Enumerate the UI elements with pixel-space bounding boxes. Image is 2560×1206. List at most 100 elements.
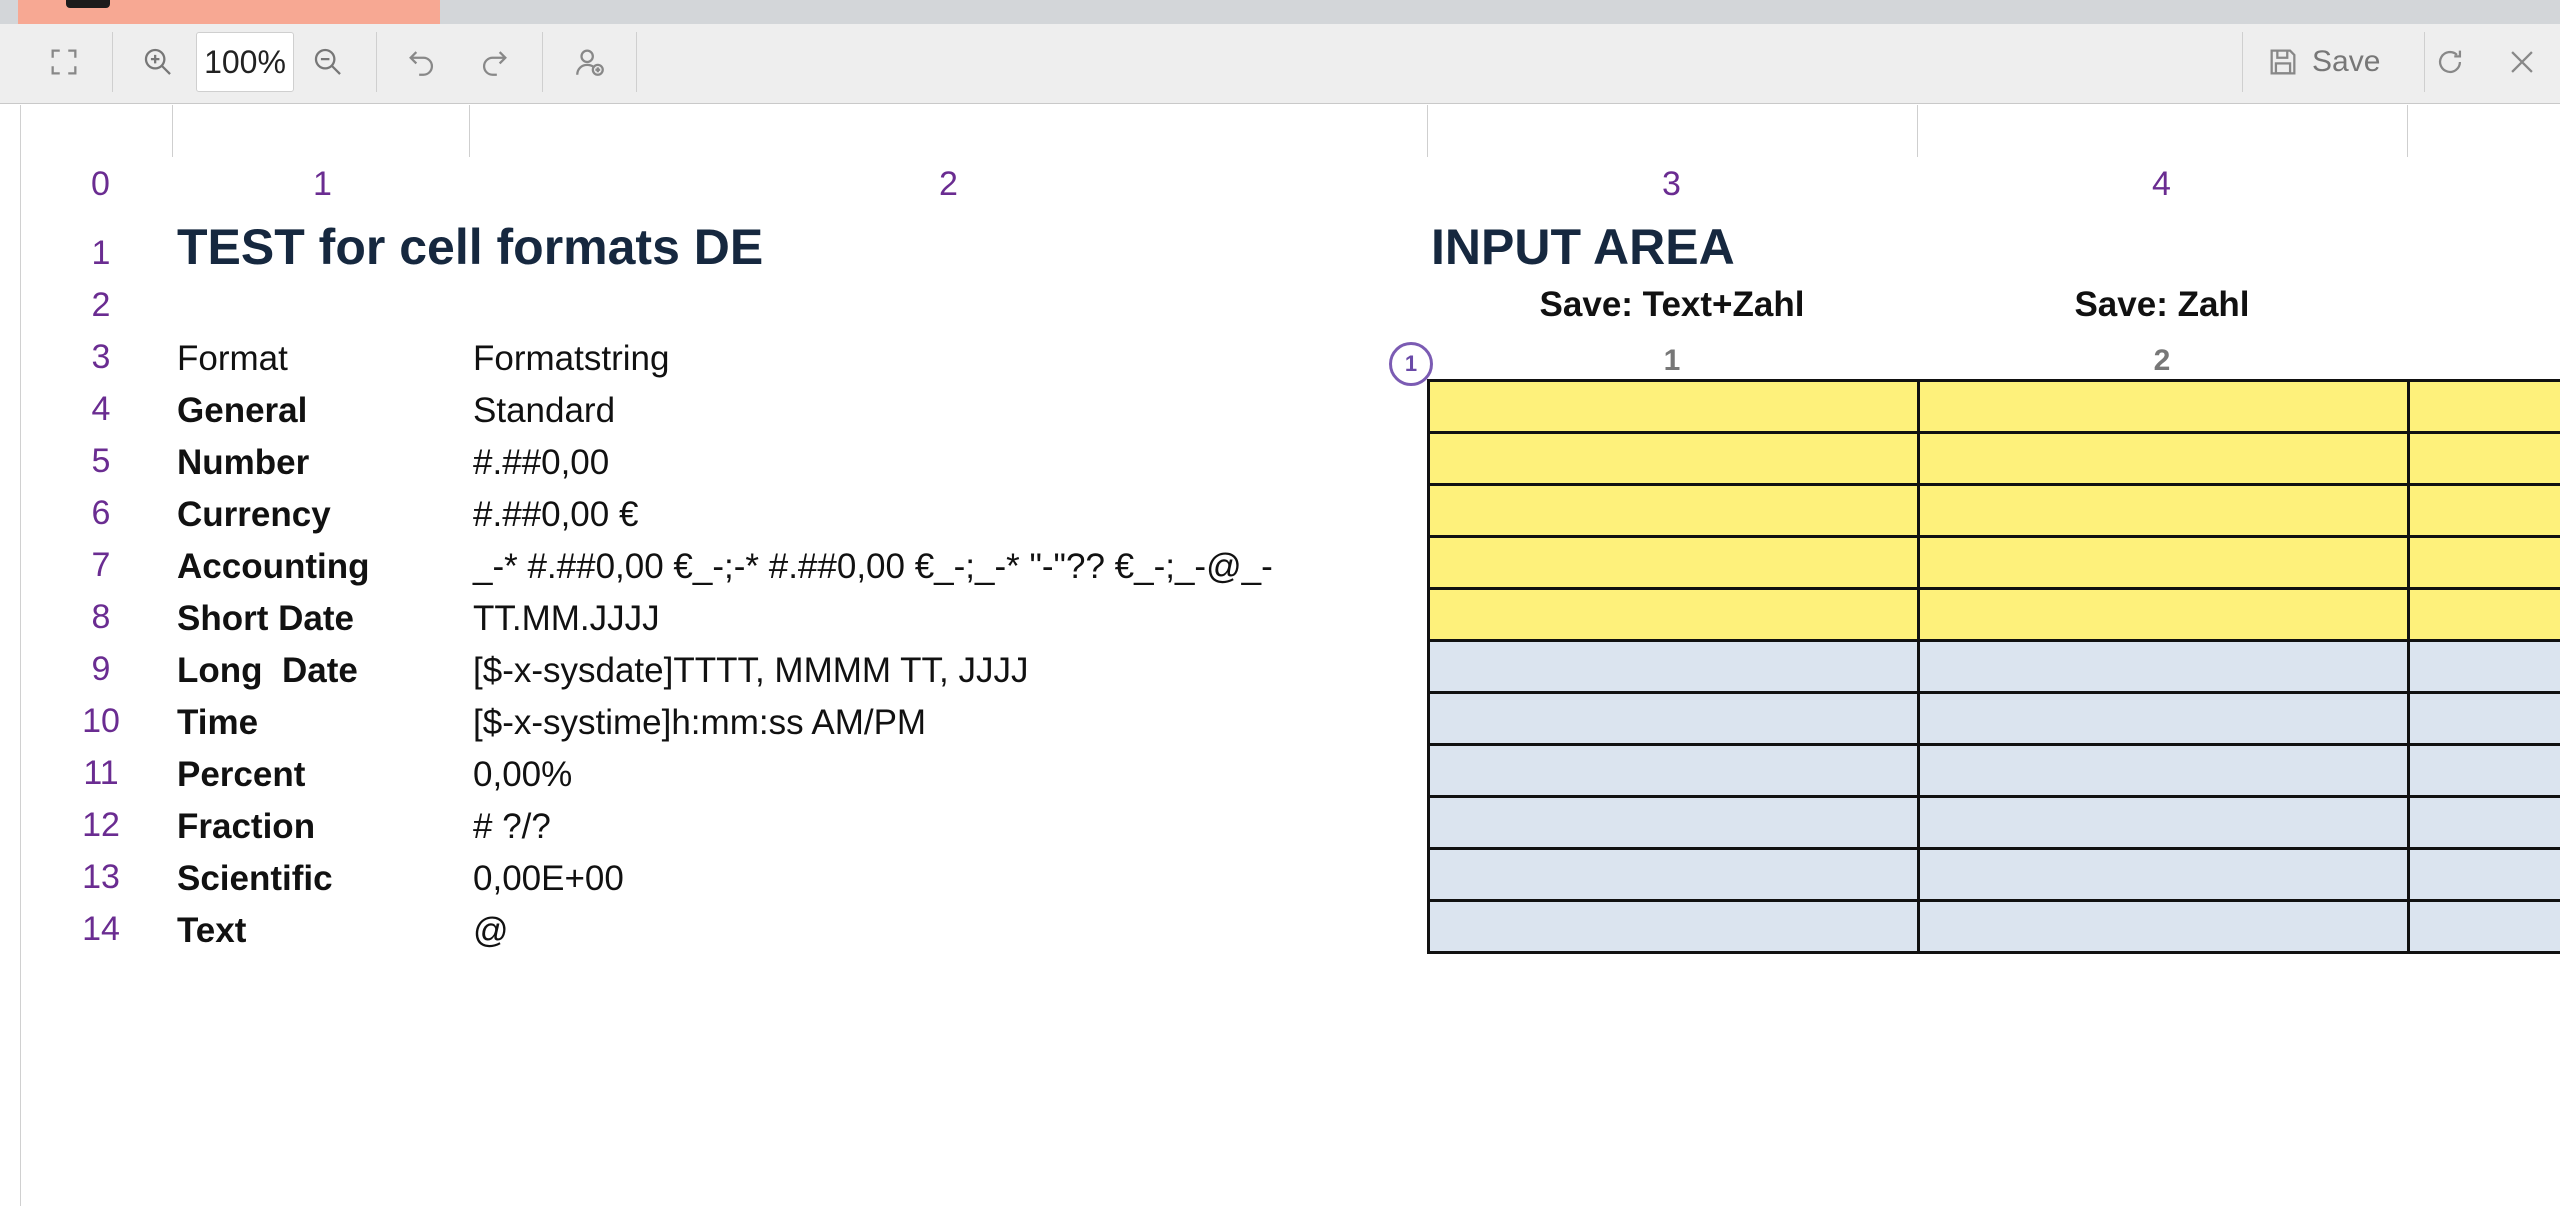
input-cell[interactable] (1917, 379, 2410, 434)
input-cell[interactable] (2407, 795, 2560, 850)
input-cell[interactable] (1917, 639, 2410, 694)
format-name-cell[interactable]: Time (177, 705, 258, 740)
save-button-label: Save (2312, 45, 2381, 78)
row-number[interactable]: 1 (51, 236, 151, 270)
formatstring-cell[interactable]: Standard (473, 393, 615, 428)
row-number[interactable]: 2 (51, 288, 151, 322)
fullscreen-button[interactable] (38, 36, 90, 88)
row-number[interactable]: 3 (51, 340, 151, 374)
formatstring-header[interactable]: Formatstring (473, 341, 669, 376)
column-header[interactable]: 0 (91, 167, 110, 201)
zoom-out-button[interactable] (302, 36, 354, 88)
input-cell[interactable] (1427, 847, 1920, 902)
input-cell[interactable] (2407, 379, 2560, 434)
input-cell[interactable] (1917, 587, 2410, 642)
input-cell[interactable] (1917, 691, 2410, 746)
input-cell[interactable] (1427, 535, 1920, 590)
format-name-cell[interactable]: Text (177, 913, 246, 948)
toolbar-separator (542, 32, 543, 92)
input-cell[interactable] (1917, 431, 2410, 486)
input-cell[interactable] (1427, 795, 1920, 850)
formatstring-cell[interactable]: [$-x-sysdate]TTTT, MMMM TT, JJJJ (473, 653, 1028, 688)
formatstring-cell[interactable]: #.##0,00 (473, 445, 609, 480)
input-cell[interactable] (1427, 899, 1920, 954)
row-number[interactable]: 14 (51, 912, 151, 946)
row-number[interactable]: 4 (51, 392, 151, 426)
input-cell[interactable] (1427, 431, 1920, 486)
column-header[interactable]: 1 (313, 167, 332, 201)
input-cell[interactable] (2407, 483, 2560, 538)
format-name-cell[interactable]: Fraction (177, 809, 315, 844)
input-cell[interactable] (2407, 639, 2560, 694)
input-cell[interactable] (2407, 899, 2560, 954)
zoom-level-field[interactable]: 100% (196, 32, 294, 92)
row-number[interactable]: 9 (51, 652, 151, 686)
input-cell[interactable] (1917, 743, 2410, 798)
input-cell[interactable] (1427, 587, 1920, 642)
formatstring-cell[interactable]: _-* #.##0,00 €_-;-* #.##0,00 €_-;_-* "-"… (473, 549, 1273, 584)
formatstring-cell[interactable]: TT.MM.JJJJ (473, 601, 660, 636)
formatstring-cell[interactable]: @ (473, 913, 509, 948)
refresh-button[interactable] (2424, 36, 2476, 88)
input-cell[interactable] (1917, 899, 2410, 954)
close-button[interactable] (2496, 36, 2548, 88)
row-number[interactable]: 7 (51, 548, 151, 582)
formatstring-cell[interactable]: 0,00E+00 (473, 861, 624, 896)
input-cell[interactable] (1427, 639, 1920, 694)
add-user-button[interactable] (564, 36, 616, 88)
column-header[interactable]: 3 (1662, 167, 1681, 201)
input-cell[interactable] (1427, 379, 1920, 434)
format-name-cell[interactable]: Currency (177, 497, 331, 532)
row-number[interactable]: 12 (51, 808, 151, 842)
input-cell[interactable] (1917, 535, 2410, 590)
row-number[interactable]: 13 (51, 860, 151, 894)
toolbar-separator (636, 32, 637, 92)
column-header[interactable]: 2 (939, 167, 958, 201)
app-root: 100% Save 0 1 2 3 4 1 2 3 4 5 6 7 8 9 10… (0, 0, 2560, 1206)
row-number[interactable]: 11 (51, 756, 151, 790)
close-icon (2511, 51, 2533, 73)
input-cell[interactable] (2407, 431, 2560, 486)
save-icon (2270, 49, 2296, 75)
input-cell[interactable] (2407, 587, 2560, 642)
format-name-cell[interactable]: Number (177, 445, 309, 480)
active-tab[interactable] (18, 0, 440, 24)
input-cell[interactable] (1917, 847, 2410, 902)
column-separator (1427, 105, 1428, 157)
format-name-cell[interactable]: Percent (177, 757, 305, 792)
row-number[interactable]: 10 (51, 704, 151, 738)
input-cell[interactable] (1427, 483, 1920, 538)
column-separator (469, 105, 470, 157)
zoom-in-button[interactable] (132, 36, 184, 88)
format-name-cell[interactable]: Accounting (177, 549, 369, 584)
save-button[interactable]: Save (2266, 36, 2380, 88)
format-header[interactable]: Format (177, 341, 288, 376)
input-cell[interactable] (2407, 847, 2560, 902)
format-name-cell[interactable]: Scientific (177, 861, 333, 896)
format-name-cell[interactable]: General (177, 393, 307, 428)
input-cell[interactable] (2407, 691, 2560, 746)
tab-icon (66, 0, 110, 8)
input-column-header: Save: Zahl (2074, 285, 2250, 324)
row-number[interactable]: 5 (51, 444, 151, 478)
input-cell[interactable] (1427, 691, 1920, 746)
input-cell[interactable] (1917, 483, 2410, 538)
row-number[interactable]: 6 (51, 496, 151, 530)
format-name-cell[interactable]: Long Date (177, 653, 358, 688)
input-cell[interactable] (1917, 795, 2410, 850)
redo-button[interactable] (468, 36, 520, 88)
row-number[interactable]: 8 (51, 600, 151, 634)
column-separator (172, 105, 173, 157)
undo-button[interactable] (396, 36, 448, 88)
tab-strip (0, 0, 2560, 24)
formatstring-cell[interactable]: [$-x-systime]h:mm:ss AM/PM (473, 705, 926, 740)
formatstring-cell[interactable]: #.##0,00 € (473, 497, 638, 532)
formatstring-cell[interactable]: # ?/? (473, 809, 551, 844)
format-name-cell[interactable]: Short Date (177, 601, 354, 636)
input-cell[interactable] (2407, 743, 2560, 798)
step-badge[interactable]: 1 (1389, 342, 1433, 386)
column-header[interactable]: 4 (2152, 167, 2171, 201)
formatstring-cell[interactable]: 0,00% (473, 757, 572, 792)
input-cell[interactable] (2407, 535, 2560, 590)
input-cell[interactable] (1427, 743, 1920, 798)
